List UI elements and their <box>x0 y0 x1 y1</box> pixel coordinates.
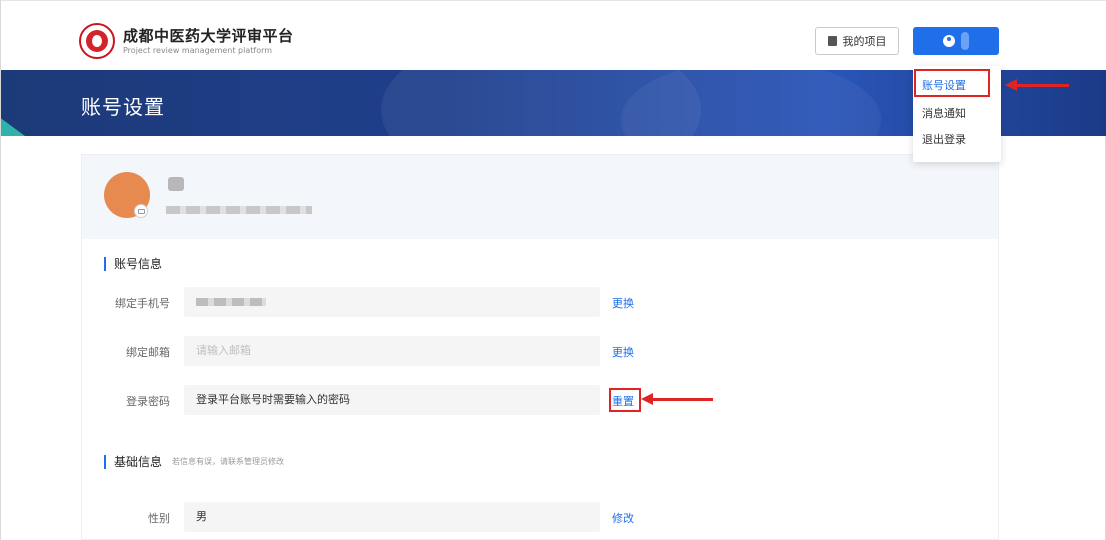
page-title: 账号设置 <box>81 95 165 119</box>
change-email-link[interactable]: 更换 <box>612 344 634 360</box>
top-header: 成都中医药大学评审平台 Project review management pl… <box>1 0 1106 70</box>
profile-header <box>82 155 998 239</box>
password-label: 登录密码 <box>126 395 170 408</box>
change-phone-link[interactable]: 更换 <box>612 295 634 311</box>
email-placeholder: 请输入邮箱 <box>196 344 251 357</box>
app-frame: 成都中医药大学评审平台 Project review management pl… <box>0 0 1106 540</box>
email-label: 绑定邮箱 <box>126 346 170 359</box>
section-title: 账号信息 <box>114 257 163 271</box>
user-menu-button[interactable] <box>913 27 999 55</box>
logo-icon <box>79 23 115 59</box>
user-name-redacted <box>961 32 969 50</box>
menu-item-notifications[interactable]: 消息通知 <box>913 102 1001 126</box>
section-title: 基础信息 <box>114 455 163 469</box>
user-info-redacted <box>166 206 312 214</box>
phone-field <box>184 287 600 317</box>
email-field: 请输入邮箱 <box>184 336 600 366</box>
annotation-highlight-box <box>609 388 641 412</box>
user-icon <box>943 35 955 47</box>
my-project-button[interactable]: 我的项目 <box>815 27 899 55</box>
brand-title: 成都中医药大学评审平台 <box>123 27 294 45</box>
annotation-highlight-box <box>914 69 990 97</box>
password-field: 登录平台账号时需要输入的密码 <box>184 385 600 415</box>
section-basic-info: 基础信息 若信息有误，请联系管理员修改 <box>104 453 284 470</box>
phone-redacted <box>196 298 266 306</box>
section-note: 若信息有误，请联系管理员修改 <box>172 457 285 466</box>
brand-subtitle: Project review management platform <box>123 46 273 55</box>
modify-gender-link[interactable]: 修改 <box>612 510 634 526</box>
book-icon <box>827 36 837 46</box>
phone-label: 绑定手机号 <box>115 297 170 310</box>
gender-label: 性别 <box>148 512 170 525</box>
menu-item-logout[interactable]: 退出登录 <box>913 128 1001 152</box>
section-account-info: 账号信息 <box>104 255 162 272</box>
my-project-label: 我的项目 <box>842 35 887 48</box>
user-name-redacted <box>168 177 184 191</box>
annotation-arrow-reset <box>641 393 713 405</box>
account-settings-card: 账号信息 绑定手机号 更换 绑定邮箱 请输入邮箱 更换 登录密码 登录平台账号时… <box>81 154 999 540</box>
annotation-arrow-menu <box>1005 79 1069 91</box>
camera-icon[interactable] <box>134 204 148 218</box>
gender-field: 男 <box>184 502 600 532</box>
